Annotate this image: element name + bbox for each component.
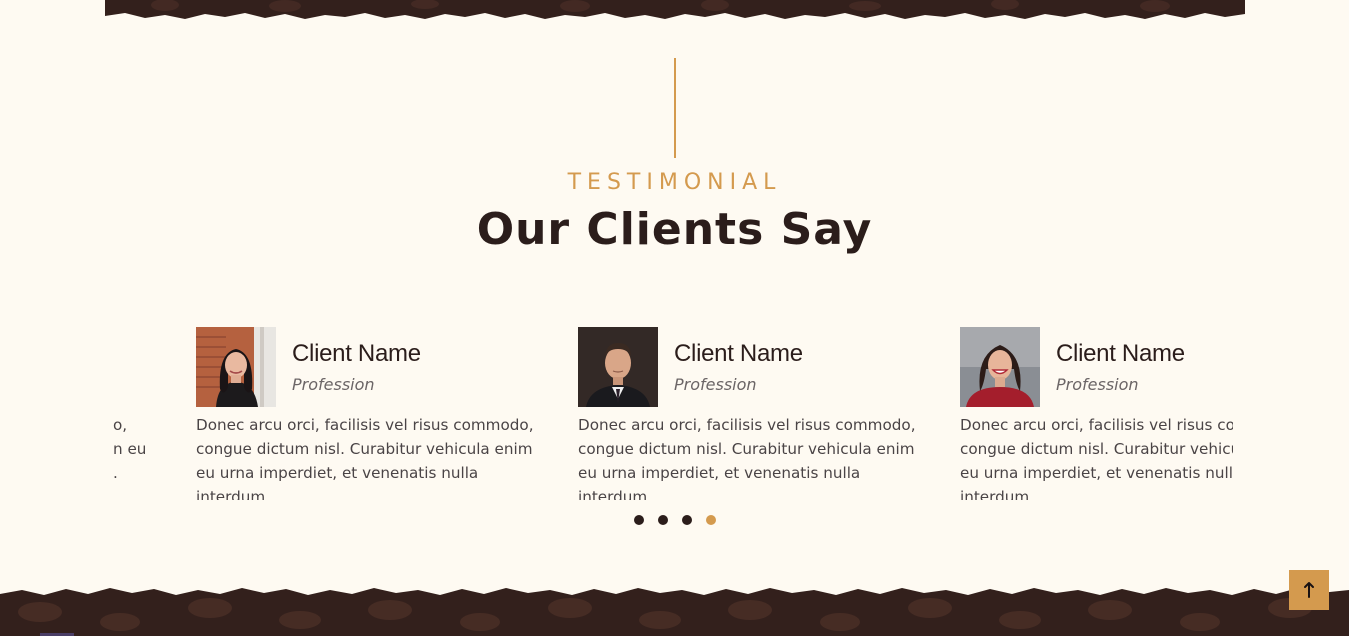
testimonial-quote: Donec arcu orci, facilisis vel risus com… bbox=[196, 416, 534, 500]
testimonial-quote: Donec arcu orci, facilisis vel risus com… bbox=[578, 416, 916, 500]
testimonial-section: TESTIMONIAL Our Clients Say o, n eu . Cl… bbox=[0, 0, 1349, 636]
section-eyebrow: TESTIMONIAL bbox=[567, 170, 782, 195]
carousel-dot-4[interactable] bbox=[706, 515, 716, 525]
client-profession: Profession bbox=[1056, 375, 1139, 394]
carousel-dot-3[interactable] bbox=[682, 515, 692, 525]
carousel-pagination bbox=[634, 515, 716, 525]
client-photo bbox=[578, 327, 658, 407]
testimonial-quote: Donec arcu orci, facilisis vel risus com… bbox=[960, 416, 1233, 500]
client-name: Client Name bbox=[292, 340, 421, 367]
carousel-dot-1[interactable] bbox=[634, 515, 644, 525]
bottom-coffee-border bbox=[0, 578, 1349, 636]
section-title: Our Clients Say bbox=[476, 204, 873, 255]
client-profession: Profession bbox=[674, 375, 757, 394]
back-to-top-button[interactable] bbox=[1289, 570, 1329, 610]
client-name: Client Name bbox=[1056, 340, 1185, 367]
client-name: Client Name bbox=[674, 340, 803, 367]
carousel-dot-2[interactable] bbox=[658, 515, 668, 525]
testimonial-carousel[interactable]: Client Name Profession Donec arcu orci, … bbox=[113, 320, 1233, 500]
client-profession: Profession bbox=[292, 375, 375, 394]
top-coffee-border bbox=[105, 0, 1245, 22]
client-photo bbox=[960, 327, 1040, 407]
vertical-divider bbox=[674, 58, 676, 158]
client-photo bbox=[196, 327, 276, 407]
arrow-up-icon bbox=[1304, 582, 1314, 598]
